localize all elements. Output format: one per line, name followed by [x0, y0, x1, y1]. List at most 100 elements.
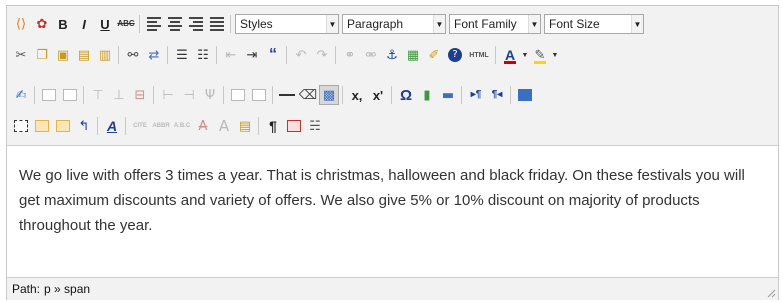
path-value[interactable]: p » span	[44, 282, 90, 296]
deletion-icon: A	[198, 118, 208, 134]
clipboard-icon: ▣	[56, 47, 70, 63]
bullet-list-button[interactable]: ☰	[172, 45, 192, 65]
delete-row-button[interactable]: ⊟	[130, 85, 150, 105]
copy-button[interactable]: ❐	[32, 45, 52, 65]
align-justify-button[interactable]	[207, 14, 227, 34]
media-button[interactable]: ▮	[417, 85, 437, 105]
separator	[125, 117, 126, 135]
delete-col-button[interactable]: Ψ	[200, 85, 220, 105]
spellcheck-button[interactable]: ✿	[32, 14, 52, 34]
omega-icon: Ω	[399, 86, 413, 104]
font-family-select-value: Font Family	[454, 17, 517, 31]
cut-button[interactable]: ✂	[11, 45, 31, 65]
cleanup-button[interactable]: ✐	[424, 45, 444, 65]
chevron-down-icon: ▼	[551, 51, 559, 59]
align-left-button[interactable]	[144, 14, 164, 34]
absolute-position-button[interactable]: ↰	[74, 116, 94, 136]
edit-css-button[interactable]: ✍	[11, 85, 31, 105]
font-family-select[interactable]: Font Family ▼	[449, 14, 541, 34]
find-button[interactable]: ⚯	[123, 45, 143, 65]
text-color-button[interactable]: A	[500, 45, 520, 65]
subscript-button[interactable]: x,	[347, 85, 367, 105]
undo-button[interactable]: ↶	[291, 45, 311, 65]
rtl-button[interactable]: ¶◂	[487, 85, 507, 105]
acronym-icon: A.B.C	[173, 123, 191, 129]
toolbar-row-4: ↰ A CITE ABBR A.B.C A A ▤ ¶ ☵	[11, 114, 326, 138]
editor-content-area[interactable]: We go live with offers 3 times a year. T…	[7, 145, 778, 278]
indent-button[interactable]: ⇥	[242, 45, 262, 65]
source-code-button[interactable]: ⟨⟩	[11, 14, 31, 34]
text-color-dropdown[interactable]: ▼	[521, 45, 529, 65]
advhr-button[interactable]: ▬	[438, 85, 458, 105]
paste-text-button[interactable]: ▤	[74, 45, 94, 65]
fullscreen-button[interactable]	[515, 85, 535, 105]
insert-table-button[interactable]	[39, 85, 59, 105]
col-after-button[interactable]: ⊣	[179, 85, 199, 105]
cite-button[interactable]: CITE	[130, 116, 150, 136]
help-button[interactable]: ?	[445, 45, 465, 65]
separator	[153, 86, 154, 104]
col-before-button[interactable]: ⊢	[158, 85, 178, 105]
replace-button[interactable]: ⇄	[144, 45, 164, 65]
blockquote-button[interactable]: “	[263, 45, 283, 65]
align-center-button[interactable]	[165, 14, 185, 34]
font-size-select[interactable]: Font Size ▼	[544, 14, 644, 34]
outdent-button[interactable]: ⇤	[221, 45, 241, 65]
highlight-color-button[interactable]: ✎	[530, 45, 550, 65]
table-props-button[interactable]	[60, 85, 80, 105]
remove-format-button[interactable]: ⌫	[298, 85, 318, 105]
move-backward-button[interactable]	[53, 116, 73, 136]
split-cells-icon	[231, 89, 245, 101]
visual-aid-icon: ▩	[322, 87, 336, 103]
deletion-button[interactable]: A	[193, 116, 213, 136]
styleprops-button[interactable]: A	[102, 116, 122, 136]
redo-button[interactable]: ↷	[312, 45, 332, 65]
row-before-button[interactable]: ⊤	[88, 85, 108, 105]
chevron-down-icon: ▼	[528, 15, 540, 33]
paste-button[interactable]: ▣	[53, 45, 73, 65]
align-right-button[interactable]	[186, 14, 206, 34]
underline-button[interactable]: U	[95, 14, 115, 34]
page-break-button[interactable]: ☵	[305, 116, 325, 136]
move-forward-button[interactable]	[32, 116, 52, 136]
bold-button[interactable]: B	[53, 14, 73, 34]
absolute-icon: ↰	[78, 118, 90, 134]
chevron-down-icon: ▼	[631, 15, 643, 33]
numbered-list-button[interactable]: ☷	[193, 45, 213, 65]
acronym-button[interactable]: A.B.C	[172, 116, 192, 136]
page-break-icon: ☵	[309, 118, 321, 134]
superscript-button[interactable]: x'	[368, 85, 388, 105]
merge-cells-button[interactable]	[249, 85, 269, 105]
insert-layer-button[interactable]	[11, 116, 31, 136]
hr-props-icon: ▬	[441, 87, 455, 103]
html-source-button[interactable]: HTML	[466, 45, 492, 65]
link-button[interactable]: ⚭	[340, 45, 360, 65]
styles-select[interactable]: Styles ▼	[235, 14, 339, 34]
row-after-button[interactable]: ⊥	[109, 85, 129, 105]
film-icon: ▮	[423, 87, 431, 103]
unlink-button[interactable]: ⚮	[361, 45, 381, 65]
strikethrough-button[interactable]: ABC	[116, 14, 136, 34]
attributes-button[interactable]: ▤	[235, 116, 255, 136]
separator	[272, 86, 273, 104]
insertion-button[interactable]: A	[214, 116, 234, 136]
special-char-button[interactable]: Ω	[396, 85, 416, 105]
italic-button[interactable]: I	[74, 14, 94, 34]
paragraph-select[interactable]: Paragraph ▼	[342, 14, 446, 34]
delete-col-icon: Ψ	[204, 87, 216, 103]
separator	[335, 46, 336, 64]
split-cells-button[interactable]	[228, 85, 248, 105]
resize-handle-icon[interactable]	[766, 288, 776, 298]
separator	[118, 46, 119, 64]
anchor-button[interactable]: ⚓	[382, 45, 402, 65]
show-blocks-button[interactable]: ¶	[263, 116, 283, 136]
separator	[167, 46, 168, 64]
horizontal-rule-button[interactable]	[277, 85, 297, 105]
visual-aid-button[interactable]: ▩	[319, 85, 339, 105]
image-button[interactable]: ▦	[403, 45, 423, 65]
paste-word-button[interactable]: ▥	[95, 45, 115, 65]
abbr-button[interactable]: ABBR	[151, 116, 171, 136]
non-breaking-space-button[interactable]	[284, 116, 304, 136]
ltr-button[interactable]: ▸¶	[466, 85, 486, 105]
highlight-color-dropdown[interactable]: ▼	[551, 45, 559, 65]
